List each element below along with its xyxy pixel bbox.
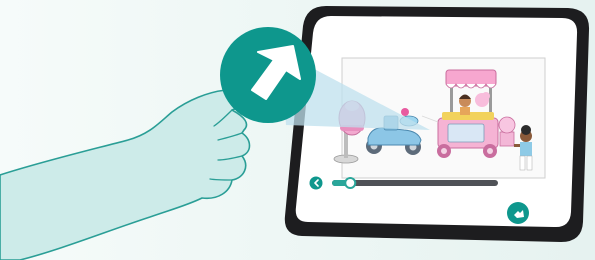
- zoom-callout: [220, 27, 316, 123]
- illustration-stage: [0, 0, 595, 260]
